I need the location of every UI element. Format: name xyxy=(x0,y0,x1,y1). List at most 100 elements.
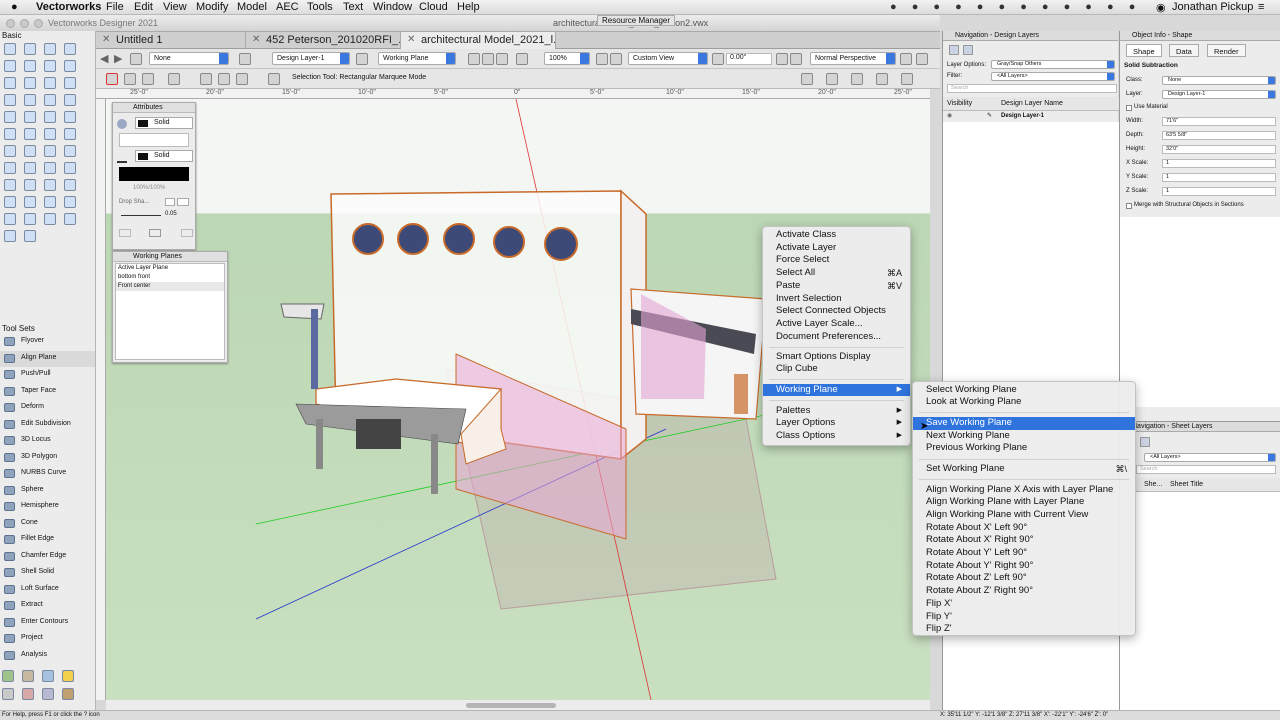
attribute-mapping-tool-icon[interactable] xyxy=(24,162,36,174)
yscale-field[interactable]: 1 xyxy=(1162,173,1276,182)
layers-tab-icon[interactable] xyxy=(949,45,959,55)
angle-field[interactable]: 0.00° xyxy=(726,53,772,65)
tool-edit-subdivision[interactable]: Edit Subdivision xyxy=(0,417,95,433)
sheet-filter-dropdown[interactable]: <All Layers> xyxy=(1144,453,1276,462)
col-layer-name[interactable]: Design Layer Name xyxy=(1001,100,1063,107)
double-line-tool-icon[interactable] xyxy=(24,77,36,89)
menu-file[interactable]: File xyxy=(106,1,124,13)
use-material-checkbox[interactable] xyxy=(1126,105,1132,111)
align-tool-icon[interactable] xyxy=(24,230,36,242)
view-cube-icon[interactable] xyxy=(596,53,608,65)
machine-set-icon[interactable] xyxy=(42,688,54,700)
transform-mode-icon[interactable] xyxy=(124,73,136,85)
class-field[interactable]: None xyxy=(1162,76,1276,85)
menu-select-all[interactable]: Select All ⌘A xyxy=(763,267,910,280)
tool-flyover[interactable]: Flyover xyxy=(0,334,95,350)
zoom-dropdown[interactable]: 100% xyxy=(544,52,590,65)
regular-polygon-tool-icon[interactable] xyxy=(64,111,76,123)
col-sheet[interactable]: She... xyxy=(1144,481,1162,488)
layer-dropdown[interactable]: Design Layer-1 xyxy=(272,52,350,65)
drop-shadow-label[interactable]: Drop Sha... xyxy=(119,199,149,205)
grid-icon[interactable] xyxy=(482,53,494,65)
tool-loft-surface[interactable]: Loft Surface xyxy=(0,582,95,598)
tool-fillet-edge[interactable]: Fillet Edge xyxy=(0,532,95,548)
polygon-marquee-icon[interactable] xyxy=(236,73,248,85)
close-tab-icon[interactable]: ✕ xyxy=(252,34,260,45)
plane-item[interactable]: bottom front xyxy=(116,273,224,282)
trim-tool-icon[interactable] xyxy=(24,145,36,157)
tab-architectural-model[interactable]: ✕ architectural Model_2021_l... xyxy=(401,32,556,49)
rectangular-marquee-icon[interactable] xyxy=(200,73,212,85)
text-tool-icon[interactable] xyxy=(4,60,16,72)
3d-modeling-set-icon[interactable] xyxy=(42,670,54,682)
callout-tool-icon[interactable] xyxy=(44,60,56,72)
tab-shape[interactable]: Shape xyxy=(1126,44,1162,57)
opacity-value[interactable]: 100%/100% xyxy=(133,185,165,191)
selection-tool-icon[interactable] xyxy=(4,43,16,55)
plane-item[interactable]: Front center xyxy=(116,282,224,291)
projection-icon[interactable] xyxy=(776,53,788,65)
mirror-tool-icon[interactable] xyxy=(44,128,56,140)
arc-tool-icon[interactable] xyxy=(44,94,56,106)
menu-clip-cube[interactable]: Clip Cube xyxy=(763,363,910,376)
plane-dropdown[interactable]: Working Plane xyxy=(378,52,456,65)
menu-save-working-plane[interactable]: Save Working Plane xyxy=(913,417,1135,430)
visualization-set-icon[interactable] xyxy=(62,670,74,682)
tool-nurbs-curve[interactable]: NURBS Curve xyxy=(0,466,95,482)
sweep-tool-icon[interactable] xyxy=(24,196,36,208)
layer-field[interactable]: Design Layer-1 xyxy=(1162,90,1276,99)
menu-align-x-axis[interactable]: Align Working Plane X Axis with Layer Pl… xyxy=(913,484,1135,497)
tab-untitled[interactable]: ✕ Untitled 1 xyxy=(96,32,246,49)
pen-icon[interactable] xyxy=(117,153,127,163)
eyedropper-tool-icon[interactable] xyxy=(4,162,16,174)
menu-flip-x[interactable]: Flip X' xyxy=(913,598,1135,611)
col-visibility[interactable]: Visibility xyxy=(947,100,972,107)
render-settings-icon[interactable] xyxy=(900,53,912,65)
view-icon[interactable] xyxy=(468,53,480,65)
pencil-icon[interactable]: ✎ xyxy=(987,112,992,119)
sun-tool-icon[interactable] xyxy=(44,179,56,191)
landscape-set-icon[interactable] xyxy=(2,670,14,682)
search-icon[interactable] xyxy=(801,73,813,85)
tab-data[interactable]: Data xyxy=(1169,44,1199,57)
solid-tool-icon[interactable] xyxy=(44,213,56,225)
classes-tab-icon[interactable] xyxy=(963,45,973,55)
user-name[interactable]: Jonathan Pickup xyxy=(1172,1,1253,13)
menu-active-layer-scale[interactable]: Active Layer Scale... xyxy=(763,318,910,331)
menu-force-select[interactable]: Force Select xyxy=(763,254,910,267)
freehand-tool-icon[interactable] xyxy=(24,111,36,123)
menu-set-working-plane[interactable]: Set Working Plane ⌘\ xyxy=(913,463,1135,476)
menu-activate-class[interactable]: Activate Class xyxy=(763,229,910,242)
locus-tool-icon[interactable] xyxy=(4,213,16,225)
select-mode-icon[interactable] xyxy=(106,73,118,85)
zoom-window-icon[interactable] xyxy=(34,19,43,28)
rectangle-tool-icon[interactable] xyxy=(44,77,56,89)
saved-view-dropdown[interactable]: Custom View xyxy=(628,52,708,65)
single-object-icon[interactable] xyxy=(168,73,180,85)
menu-window[interactable]: Window xyxy=(373,1,412,13)
zoom-tool-icon[interactable] xyxy=(64,43,76,55)
measure-tool-icon[interactable] xyxy=(44,196,56,208)
menu-rotate-x-right[interactable]: Rotate About X' Right 90° xyxy=(913,534,1135,547)
building-set-icon[interactable] xyxy=(22,670,34,682)
tape-tool-icon[interactable] xyxy=(64,196,76,208)
extrude-tool-icon[interactable] xyxy=(4,196,16,208)
tool-cone[interactable]: Cone xyxy=(0,516,95,532)
menu-smart-options[interactable]: Smart Options Display xyxy=(763,351,910,364)
menu-class-options[interactable]: Class Options ▶ xyxy=(763,430,910,443)
user-icon[interactable]: ◉ xyxy=(1156,1,1166,14)
spiral-tool-icon[interactable] xyxy=(4,128,16,140)
scroll-thumb[interactable] xyxy=(466,703,556,708)
tool-project[interactable]: Project xyxy=(0,631,95,647)
menu-working-plane[interactable]: Working Plane ▶ xyxy=(763,383,910,397)
resource-manager-title[interactable]: Resource Manager xyxy=(597,15,676,26)
menu-paste[interactable]: Paste ⌘V xyxy=(763,280,910,293)
tool-hemisphere[interactable]: Hemisphere xyxy=(0,499,95,515)
menu-flip-z[interactable]: Flip Z' xyxy=(913,623,1135,636)
menu-layer-options[interactable]: Layer Options ▶ xyxy=(763,417,910,430)
tool-push-pull[interactable]: Push/Pull xyxy=(0,367,95,383)
chain-tool-icon[interactable] xyxy=(4,230,16,242)
layer-options-dropdown[interactable]: Gray/Snap Others xyxy=(991,60,1115,69)
connect-tool-icon[interactable] xyxy=(44,145,56,157)
tool-extract[interactable]: Extract xyxy=(0,598,95,614)
